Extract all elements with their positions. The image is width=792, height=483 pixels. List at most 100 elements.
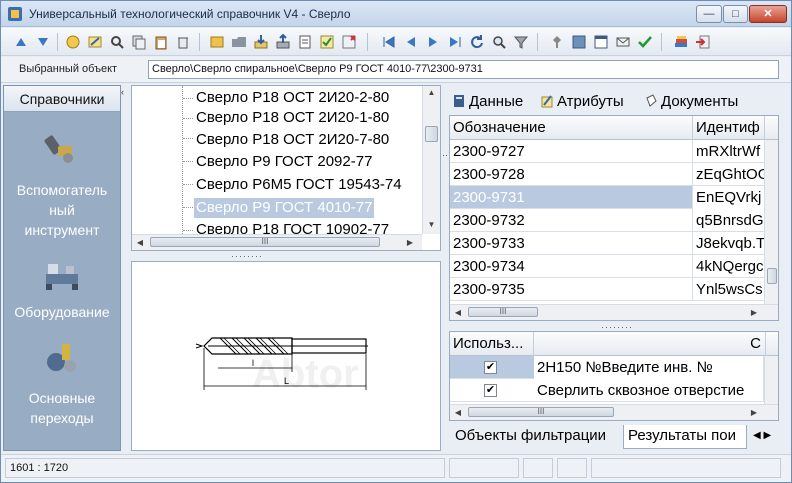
scroll-left-icon[interactable]: ◀	[452, 406, 464, 420]
search-icon[interactable]	[491, 34, 507, 50]
sidebar-collapse-arrow[interactable]: ‹	[121, 87, 129, 101]
title-bar: Универсальный технологический справочник…	[1, 1, 791, 27]
mail-icon[interactable]	[615, 34, 631, 50]
delete-record-icon[interactable]	[175, 34, 191, 50]
tab-data[interactable]: Данные	[453, 91, 523, 113]
scroll-right-icon[interactable]: ▶	[748, 406, 760, 420]
exit-icon[interactable]	[695, 34, 711, 50]
tree-item[interactable]: Сверло Р18 ОСТ 2И20-2-80	[194, 88, 391, 108]
tab-attributes[interactable]: Атрибуты	[541, 91, 624, 113]
table-row[interactable]: 2300-9732 q5BnrsdG	[450, 209, 765, 232]
table-row[interactable]: 2300-9728 zEqGhtOG	[450, 163, 765, 186]
filter-icon[interactable]	[513, 34, 529, 50]
table-row[interactable]: 2300-9733 J8ekvqb.T	[450, 232, 765, 255]
export-icon[interactable]	[275, 34, 291, 50]
tree-item[interactable]: Сверло Р6М5 ГОСТ 19543-74	[194, 175, 404, 195]
edit-record-icon[interactable]	[87, 34, 103, 50]
usage-row[interactable]: ✔ 2Н150 №Введите инв. №	[450, 356, 764, 379]
table-row-selected[interactable]: 2300-9731 EnEQVrkj	[450, 186, 765, 209]
books-icon[interactable]	[673, 34, 689, 50]
report-icon[interactable]	[297, 34, 313, 50]
next-record-icon[interactable]	[425, 34, 441, 50]
tree-item-selected[interactable]: Сверло Р9 ГОСТ 4010-77	[194, 198, 375, 218]
find-record-icon[interactable]	[109, 34, 125, 50]
usage-checkbox[interactable]: ✔	[484, 384, 497, 397]
add-record-icon[interactable]	[65, 34, 81, 50]
navigate-up-icon[interactable]	[13, 34, 29, 50]
tree-item[interactable]: Сверло Р9 ГОСТ 2092-77	[194, 152, 374, 172]
status-cell	[523, 458, 553, 478]
scroll-down-icon[interactable]: ▼	[423, 218, 440, 232]
column-header-designation[interactable]: Обозначение	[450, 116, 693, 140]
last-record-icon[interactable]	[447, 34, 463, 50]
documents-icon	[646, 94, 657, 107]
scroll-thumb[interactable]	[767, 268, 777, 284]
sidebar-header[interactable]: Справочники	[4, 86, 120, 112]
folder-icon[interactable]	[231, 34, 247, 50]
tool-holder-icon[interactable]	[42, 128, 82, 168]
cell-identifier: Ynl5wsCs	[693, 278, 765, 301]
column-header-identifier[interactable]: Идентиф	[693, 116, 765, 140]
sidebar-item-label: Основные	[28, 390, 96, 406]
scroll-left-icon[interactable]: ◀	[452, 306, 464, 320]
usage-horizontal-scrollbar[interactable]: ◀ III ▶	[450, 404, 778, 420]
scroll-thumb[interactable]: III	[468, 307, 538, 317]
sidebar-item-main-transitions[interactable]: Основные переходы	[4, 388, 120, 428]
tab-search-results[interactable]: Результаты пои	[623, 425, 747, 449]
tab-filter-objects[interactable]: Объекты фильтрации	[451, 425, 610, 449]
selected-object-path-field[interactable]: Сверло\Сверло спиральное\Сверло Р9 ГОСТ …	[148, 60, 779, 79]
grid-vertical-scrollbar[interactable]	[764, 140, 778, 304]
column-header-usage[interactable]: Использ...	[450, 332, 534, 356]
scroll-thumb[interactable]: III	[468, 407, 614, 417]
sidebar-item-auxiliary-tool[interactable]: Вспомогатель ный инструмент	[4, 180, 120, 240]
tree-vertical-scrollbar[interactable]: ▲ ▼	[422, 86, 440, 234]
tab-scroll-arrows-icon[interactable]: ◀ ▶	[749, 425, 775, 449]
import-icon[interactable]	[253, 34, 269, 50]
confirm-icon[interactable]	[637, 34, 653, 50]
drill-drawing: Abtor l L	[195, 337, 368, 396]
bottom-tabbar: Объекты фильтрации Результаты пои ◀ ▶	[449, 423, 779, 451]
minimize-button[interactable]: —	[696, 5, 722, 23]
toolbar-separator	[537, 33, 538, 51]
lathe-machine-icon[interactable]	[42, 254, 82, 294]
drawing-preview: Abtor l L	[131, 261, 441, 451]
scroll-thumb[interactable]	[425, 126, 438, 142]
paste-icon[interactable]	[153, 34, 169, 50]
splitter-handle[interactable]: ········	[231, 251, 263, 261]
navigate-down-icon[interactable]	[35, 34, 51, 50]
pin-icon[interactable]	[549, 34, 565, 50]
scroll-up-icon[interactable]: ▲	[423, 86, 440, 100]
usage-vertical-scrollbar[interactable]	[764, 356, 778, 404]
previous-record-icon[interactable]	[403, 34, 419, 50]
tab-documents[interactable]: Документы	[645, 91, 738, 113]
scroll-left-icon[interactable]: ◀	[134, 236, 146, 250]
first-record-icon[interactable]	[381, 34, 397, 50]
table-row[interactable]: 2300-9727 mRXltrWf	[450, 140, 765, 163]
table-row[interactable]: 2300-9734 4kNQergc	[450, 255, 765, 278]
usage-row[interactable]: ✔ Сверлить сквозное отверстие	[450, 379, 764, 402]
copy-icon[interactable]	[131, 34, 147, 50]
tree-horizontal-scrollbar[interactable]: ◀ III ▶	[132, 234, 422, 250]
tree-item[interactable]: Сверло Р18 ОСТ 2И20-7-80	[194, 130, 391, 150]
cell-designation: 2300-9733	[450, 232, 693, 255]
scroll-right-icon[interactable]: ▶	[404, 236, 416, 250]
attach-document-icon[interactable]	[209, 34, 225, 50]
scroll-thumb[interactable]: III	[150, 237, 380, 247]
table-row[interactable]: 2300-9735 Ynl5wsCs	[450, 278, 765, 301]
grid-horizontal-scrollbar[interactable]: ◀ III ▶	[450, 304, 778, 320]
sidebar-item-equipment[interactable]: Оборудование	[4, 302, 120, 322]
cancel-edit-icon[interactable]	[341, 34, 357, 50]
close-button[interactable]: ✕	[749, 5, 787, 23]
column-header-equipment[interactable]: С	[534, 332, 766, 356]
scroll-right-icon[interactable]: ▶	[748, 306, 760, 320]
refresh-icon[interactable]	[469, 34, 485, 50]
check-edit-icon[interactable]	[319, 34, 335, 50]
maximize-button[interactable]: □	[723, 5, 748, 23]
tree-item[interactable]: Сверло Р18 ОСТ 2И20-1-80	[194, 108, 391, 128]
usage-checkbox[interactable]: ✔	[484, 361, 497, 374]
sidebar-item-label: Вспомогатель	[16, 182, 108, 198]
machining-transition-icon[interactable]	[42, 338, 82, 378]
window-icon[interactable]	[593, 34, 609, 50]
properties-icon[interactable]	[571, 34, 587, 50]
attributes-edit-icon	[541, 95, 553, 108]
